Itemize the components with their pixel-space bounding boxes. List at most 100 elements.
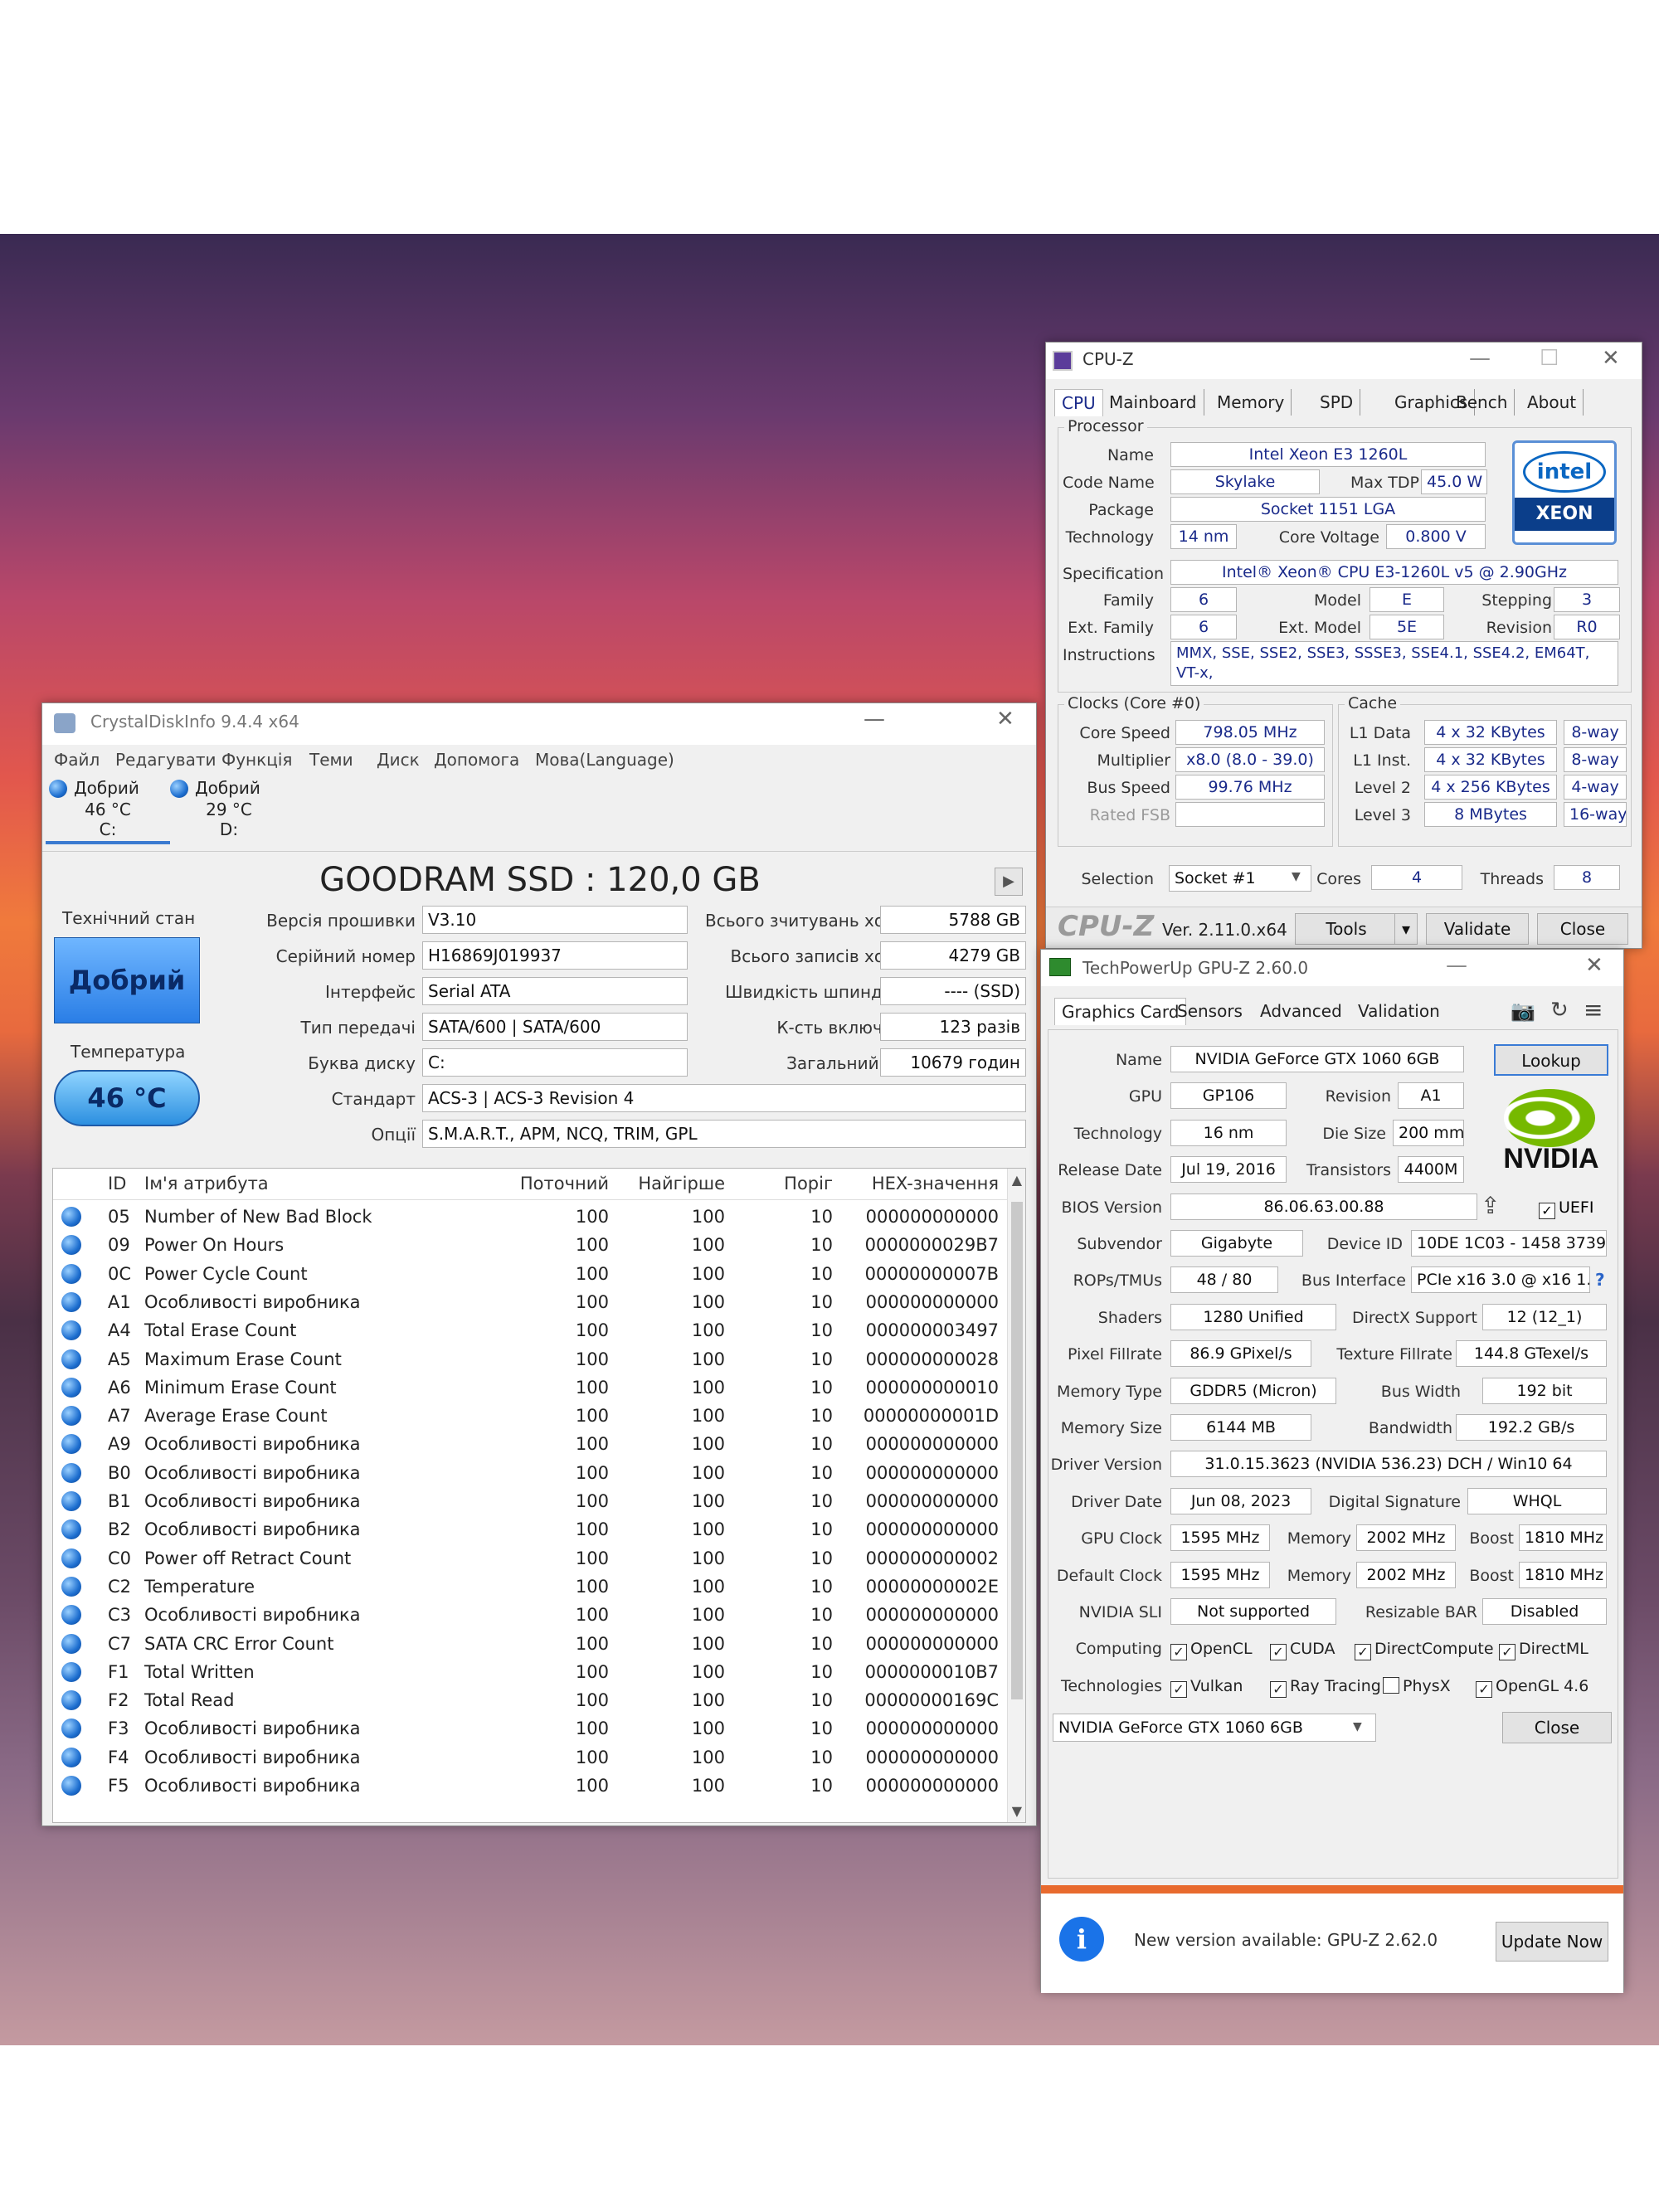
update-now-button[interactable]: Update Now bbox=[1496, 1922, 1608, 1962]
menu-item[interactable]: Диск bbox=[377, 750, 420, 770]
field-value: 1810 MHz bbox=[1519, 1562, 1607, 1588]
refresh-icon[interactable]: ↻ bbox=[1550, 998, 1569, 1023]
column-header[interactable]: Ім'я атрибута bbox=[144, 1174, 269, 1194]
maximize-icon[interactable]: ☐ bbox=[1540, 346, 1559, 371]
table-cell: 100 bbox=[691, 1349, 725, 1369]
tab-spd[interactable]: SPD bbox=[1313, 389, 1361, 416]
camera-icon[interactable]: 📷 bbox=[1511, 999, 1535, 1023]
cpuz-window: CPU-Z — ☐ ✕ CPU Mainboard Memory SPD Graphic… bbox=[1045, 342, 1642, 949]
technology-checkbox[interactable]: PhysX bbox=[1383, 1677, 1451, 1695]
table-row: A4 Total Erase Count 100 100 10 000000003497 bbox=[53, 1317, 1007, 1345]
menu-item[interactable]: Файл bbox=[54, 750, 100, 770]
column-header[interactable]: HEX-значення bbox=[849, 1174, 999, 1194]
tab-mainboard[interactable]: Mainboard bbox=[1102, 389, 1204, 416]
table-cell: 100 bbox=[575, 1548, 609, 1568]
tools-button[interactable]: Tools bbox=[1295, 913, 1398, 945]
field-value: x8.0 (8.0 - 39.0) bbox=[1175, 747, 1325, 772]
selection-dropdown[interactable]: Socket #1 bbox=[1169, 865, 1311, 892]
table-cell: 05 bbox=[108, 1207, 130, 1227]
menu-icon[interactable]: ≡ bbox=[1584, 996, 1603, 1023]
field-value: 1595 MHz bbox=[1170, 1562, 1270, 1588]
table-cell: 100 bbox=[575, 1605, 609, 1626]
checkbox-label: Vulkan bbox=[1190, 1677, 1243, 1695]
minimize-icon[interactable]: — bbox=[864, 707, 885, 732]
technology-checkbox[interactable]: ✓ OpenGL 4.6 bbox=[1476, 1677, 1588, 1698]
lookup-button[interactable]: Lookup bbox=[1494, 1044, 1608, 1076]
computing-checkbox[interactable]: ✓ CUDA bbox=[1270, 1640, 1335, 1660]
technology-checkbox[interactable]: ✓ Vulkan bbox=[1170, 1677, 1243, 1698]
table-cell: Power off Retract Count bbox=[144, 1548, 352, 1568]
tab-cpu[interactable]: CPU bbox=[1054, 389, 1103, 416]
help-icon[interactable]: ? bbox=[1595, 1270, 1605, 1290]
field-value: 798.05 MHz bbox=[1175, 720, 1325, 745]
disk-d-button[interactable]: Добрий 29 °C D: bbox=[167, 775, 291, 844]
table-row: F2 Total Read 100 100 10 00000000169C bbox=[53, 1687, 1007, 1715]
table-cell: 100 bbox=[691, 1519, 725, 1540]
computing-checkbox[interactable]: ✓ OpenCL bbox=[1170, 1640, 1253, 1660]
validate-button[interactable]: Validate bbox=[1426, 913, 1529, 945]
share-icon[interactable]: ⇪ bbox=[1481, 1192, 1500, 1219]
tab-validation[interactable]: Validation bbox=[1351, 998, 1447, 1024]
disk-status: Добрий bbox=[74, 778, 139, 798]
scroll-up-icon[interactable]: ▲ bbox=[1012, 1172, 1022, 1188]
checkbox-icon: ✓ bbox=[1539, 1203, 1555, 1219]
tab-advanced[interactable]: Advanced bbox=[1253, 998, 1349, 1024]
close-icon[interactable]: ✕ bbox=[1585, 953, 1603, 978]
close-icon[interactable]: ✕ bbox=[1602, 346, 1620, 371]
field-label: Max TDP bbox=[1350, 474, 1419, 492]
close-icon[interactable]: ✕ bbox=[996, 707, 1014, 732]
column-header[interactable]: ID bbox=[108, 1174, 126, 1194]
field-value: Jul 19, 2016 bbox=[1170, 1156, 1287, 1183]
menu-item[interactable]: Допомога bbox=[434, 750, 519, 770]
field-value: 10679 годин bbox=[880, 1048, 1026, 1077]
checkbox-icon: ✓ bbox=[1170, 1681, 1187, 1698]
scroll-down-icon[interactable]: ▼ bbox=[1012, 1803, 1022, 1819]
table-cell: 100 bbox=[575, 1747, 609, 1767]
menu-item[interactable]: Редагувати bbox=[115, 750, 216, 770]
minimize-icon[interactable]: — bbox=[1446, 953, 1467, 978]
field-label: Stepping bbox=[1481, 591, 1552, 610]
computing-checkbox[interactable]: ✓ DirectML bbox=[1499, 1640, 1588, 1660]
xeon-logo-text: XEON bbox=[1515, 498, 1614, 531]
computing-checkbox[interactable]: ✓ DirectCompute bbox=[1355, 1640, 1494, 1660]
table-cell: 000000000000 bbox=[865, 1719, 999, 1739]
menu-item[interactable]: Мова(Language) bbox=[535, 750, 674, 770]
card-select-dropdown[interactable]: NVIDIA GeForce GTX 1060 6GB bbox=[1053, 1714, 1376, 1742]
chevron-down-icon[interactable]: ▾ bbox=[1394, 913, 1418, 945]
tab-bench[interactable]: Bench bbox=[1449, 389, 1515, 416]
tab-about[interactable]: About bbox=[1520, 389, 1584, 416]
field-label: Texture Fillrate bbox=[1336, 1345, 1452, 1364]
column-header[interactable]: Найгірше bbox=[625, 1174, 725, 1194]
table-cell: 100 bbox=[575, 1462, 609, 1483]
field-value: 192.2 GB/s bbox=[1456, 1414, 1607, 1441]
menu-item[interactable]: Теми bbox=[309, 750, 353, 770]
tab-memory[interactable]: Memory bbox=[1210, 389, 1292, 416]
table-row: F3 Особливості виробника 100 100 10 000000000… bbox=[53, 1715, 1007, 1743]
table-cell: 10 bbox=[810, 1548, 833, 1568]
table-cell: Maximum Erase Count bbox=[144, 1349, 342, 1369]
column-header[interactable]: Поріг bbox=[750, 1174, 833, 1194]
field-label: Revision bbox=[1325, 1087, 1391, 1106]
tab-sensors[interactable]: Sensors bbox=[1170, 998, 1249, 1024]
status-dot-icon bbox=[61, 1434, 81, 1455]
field-value: 48 / 80 bbox=[1170, 1266, 1278, 1293]
uefi-checkbox: ✓ UEFI bbox=[1539, 1198, 1593, 1219]
temperature-badge: 46 °C bbox=[54, 1070, 200, 1126]
close-button[interactable]: Close bbox=[1502, 1712, 1612, 1743]
table-cell: 100 bbox=[575, 1207, 609, 1227]
next-disk-button[interactable]: ▶ bbox=[995, 868, 1023, 896]
checkbox-label: DirectCompute bbox=[1374, 1640, 1494, 1658]
scrollbar-thumb[interactable] bbox=[1011, 1202, 1023, 1699]
table-cell: 10 bbox=[810, 1633, 833, 1654]
disk-temp: 29 °C bbox=[206, 800, 252, 819]
close-button[interactable]: Close bbox=[1537, 913, 1628, 945]
technology-checkbox[interactable]: ✓ Ray Tracing bbox=[1270, 1677, 1381, 1698]
tab-graphics-card[interactable]: Graphics Card bbox=[1054, 998, 1187, 1025]
field-label: Driver Version bbox=[1050, 1456, 1162, 1474]
menu-item[interactable]: Функція bbox=[221, 750, 292, 770]
disk-c-button[interactable]: Добрий 46 °C C: bbox=[46, 775, 170, 844]
minimize-icon[interactable]: — bbox=[1469, 346, 1491, 371]
column-header[interactable]: Поточний bbox=[518, 1174, 609, 1194]
table-row: A5 Maximum Erase Count 100 100 10 00000000002… bbox=[53, 1346, 1007, 1374]
nvidia-eye-icon bbox=[1504, 1089, 1595, 1147]
